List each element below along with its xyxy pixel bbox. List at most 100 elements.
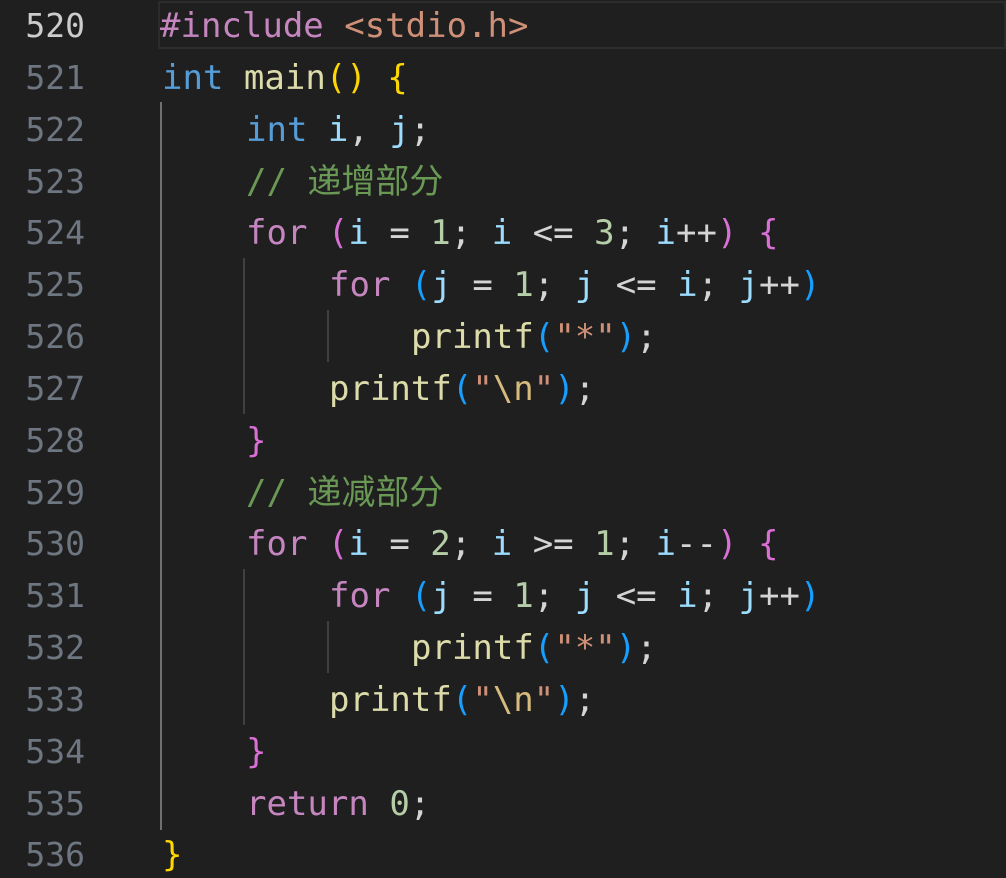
code-editor[interactable]: 520 #include <stdio.h> 521 int main() { … <box>0 0 1006 878</box>
punctuation-token <box>307 524 327 564</box>
string-literal-token: " <box>533 369 555 409</box>
line-content[interactable]: for (j = 1; j <= i; j++) <box>329 570 820 622</box>
line-content[interactable]: int main() { <box>162 52 408 104</box>
punctuation-token: ; <box>636 317 657 357</box>
punctuation-token: ; <box>533 265 575 305</box>
line-content[interactable]: int i, j; <box>246 104 430 156</box>
line-number: 528 <box>25 421 85 460</box>
bracket-token: ) <box>716 213 738 253</box>
variable-token: i <box>348 213 369 253</box>
line-content[interactable]: printf("\n"); <box>329 363 595 415</box>
line-content[interactable]: for (i = 2; i >= 1; i--) { <box>246 518 778 570</box>
operator-token: <= <box>595 576 678 616</box>
variable-token: i <box>348 524 369 564</box>
code-line[interactable]: 520 #include <stdio.h> <box>0 0 1006 52</box>
operator-token: = <box>451 265 514 305</box>
bracket-token: ( <box>327 524 349 564</box>
line-number: 525 <box>25 265 85 304</box>
line-number: 522 <box>25 110 85 149</box>
line-content[interactable]: // 递增部分 <box>246 156 443 208</box>
code-line[interactable]: 533 printf("\n"); <box>0 674 1006 726</box>
code-line[interactable]: 529 // 递减部分 <box>0 467 1006 519</box>
number-literal-token: 1 <box>513 576 534 616</box>
punctuation-token <box>390 576 410 616</box>
string-literal-token: " <box>472 369 493 409</box>
line-content[interactable]: } <box>246 415 266 467</box>
variable-token: i <box>677 265 698 305</box>
operator-token: = <box>368 524 431 564</box>
comment-token: // 递增部分 <box>246 162 444 202</box>
number-literal-token: 1 <box>513 265 534 305</box>
bracket-token: } <box>246 421 267 461</box>
code-line[interactable]: 525 for (j = 1; j <= i; j++) <box>0 259 1006 311</box>
code-line[interactable]: 531 for (j = 1; j <= i; j++) <box>0 570 1006 622</box>
line-content[interactable]: printf("\n"); <box>329 674 595 726</box>
line-content[interactable]: printf("*"); <box>411 311 657 363</box>
line-number: 529 <box>25 473 85 512</box>
punctuation-token: ; <box>533 576 575 616</box>
type-token: int <box>246 110 308 150</box>
bracket-token: ( <box>410 265 432 305</box>
bracket-token: ( <box>410 576 432 616</box>
line-content[interactable]: } <box>246 726 266 778</box>
bracket-token: ( <box>533 317 555 357</box>
punctuation-token: ; <box>409 784 431 824</box>
code-line[interactable]: 526 printf("*"); <box>0 311 1006 363</box>
line-content[interactable]: for (j = 1; j <= i; j++) <box>329 259 820 311</box>
line-content[interactable]: // 递减部分 <box>246 467 443 519</box>
punctuation-token <box>737 524 757 564</box>
line-number: 534 <box>25 732 85 771</box>
code-line[interactable]: 532 printf("*"); <box>0 622 1006 674</box>
code-line[interactable]: 535 return 0; <box>0 778 1006 830</box>
line-content[interactable]: } <box>162 829 182 878</box>
code-line[interactable]: 528 } <box>0 415 1006 467</box>
punctuation-token <box>307 110 327 150</box>
variable-token: i <box>327 110 349 150</box>
code-line[interactable]: 522 int i, j; <box>0 104 1006 156</box>
function-name-token: printf <box>329 680 452 720</box>
line-number: 530 <box>25 524 85 563</box>
variable-token: i <box>655 524 677 564</box>
escape-sequence-token: \n <box>492 369 534 409</box>
bracket-token: ) <box>554 680 575 720</box>
variable-token: i <box>491 213 513 253</box>
operator-token: ++ <box>759 576 800 616</box>
line-content[interactable]: for (i = 1; i <= 3; i++) { <box>246 207 778 259</box>
code-line[interactable]: 530 for (i = 2; i >= 1; i--) { <box>0 518 1006 570</box>
line-content[interactable]: return 0; <box>246 778 430 830</box>
operator-token: -- <box>676 524 717 564</box>
bracket-token: ( <box>451 369 473 409</box>
punctuation-token: ; <box>636 628 657 668</box>
line-number: 532 <box>25 628 85 667</box>
bracket-token: { <box>387 58 408 98</box>
line-content[interactable]: printf("*"); <box>411 622 657 674</box>
bracket-token: ( <box>533 628 555 668</box>
bracket-token: ) <box>615 317 637 357</box>
punctuation-token: ; <box>614 524 656 564</box>
number-literal-token: 2 <box>430 524 451 564</box>
code-line[interactable]: 524 for (i = 1; i <= 3; i++) { <box>0 207 1006 259</box>
code-line[interactable]: 534 } <box>0 726 1006 778</box>
string-literal-token: "*" <box>554 317 616 357</box>
variable-token: i <box>677 576 698 616</box>
bracket-token: ( <box>327 213 349 253</box>
operator-token: <= <box>595 265 678 305</box>
punctuation-token: ; <box>697 576 739 616</box>
code-line[interactable]: 521 int main() { <box>0 52 1006 104</box>
function-name-token: printf <box>411 317 534 357</box>
line-content[interactable]: #include <stdio.h> <box>160 0 528 52</box>
bracket-token: { <box>757 524 779 564</box>
punctuation-token: ; <box>450 213 492 253</box>
string-literal-token: " <box>533 680 555 720</box>
punctuation-token: ; <box>409 110 431 150</box>
variable-token: j <box>574 265 596 305</box>
string-literal-token: "*" <box>554 628 616 668</box>
code-line[interactable]: 536 } <box>0 829 1006 878</box>
code-line[interactable]: 523 // 递增部分 <box>0 156 1006 208</box>
punctuation-token <box>367 58 387 98</box>
line-number: 527 <box>25 369 85 408</box>
bracket-token: ) <box>799 576 821 616</box>
variable-token: j <box>738 265 760 305</box>
code-line[interactable]: 527 printf("\n"); <box>0 363 1006 415</box>
punctuation-token <box>390 265 410 305</box>
